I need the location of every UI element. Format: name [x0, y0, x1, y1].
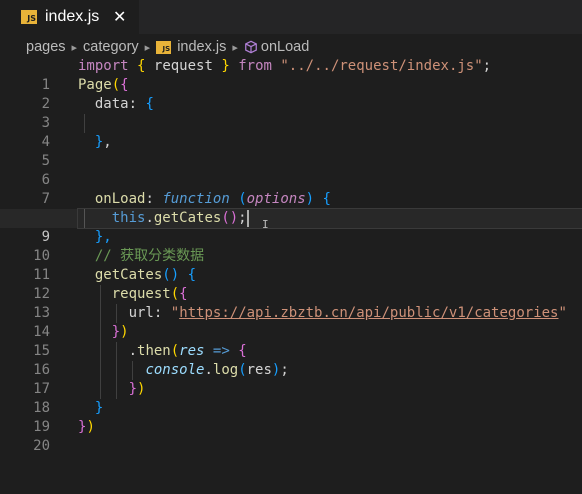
- line-content[interactable]: this.getCates();: [77, 208, 582, 229]
- code-line: 3 data: {: [0, 95, 582, 131]
- text-cursor: [246, 210, 249, 227]
- line-content[interactable]: getCates() {: [78, 266, 582, 285]
- chevron-right-icon: ▸: [144, 41, 151, 54]
- code-line: 5 },: [0, 133, 582, 169]
- code-line: 19 }: [0, 399, 582, 435]
- breadcrumb-item-file[interactable]: index.js: [177, 39, 226, 55]
- line-content[interactable]: onLoad: function (options) {: [78, 190, 582, 209]
- code-line: 15 }): [0, 323, 582, 359]
- code-line: 12 getCates() {: [0, 266, 582, 302]
- line-number: 20: [33, 438, 50, 454]
- breadcrumb-item-category[interactable]: category: [83, 39, 139, 55]
- code-line: 14 url: "https://api.zbztb.cn/api/public…: [0, 304, 582, 340]
- line-content[interactable]: console.log(res);: [78, 361, 582, 380]
- code-line: 11 // 获取分类数据: [0, 247, 582, 283]
- ibeam-cursor-icon: I: [262, 218, 269, 231]
- method-cube-icon: [245, 40, 257, 54]
- js-file-icon: JS: [156, 40, 172, 54]
- line-content[interactable]: import { request } from "../../request/i…: [78, 57, 582, 76]
- breadcrumb-item-pages[interactable]: pages: [26, 39, 66, 55]
- line-content[interactable]: data: {: [78, 95, 582, 114]
- breadcrumb-item-symbol[interactable]: onLoad: [261, 39, 309, 55]
- code-line: 16 .then(res => {: [0, 342, 582, 378]
- line-content[interactable]: },: [78, 133, 582, 152]
- code-line: 1 import { request } from "../../request…: [0, 57, 582, 93]
- close-icon[interactable]: ✕: [113, 7, 126, 26]
- chevron-right-icon: ▸: [71, 41, 78, 54]
- code-line: 6: [0, 152, 582, 188]
- code-line: 8 onLoad: function (options) {: [0, 190, 582, 226]
- line-content[interactable]: .then(res => {: [78, 342, 582, 361]
- code-line: 18 }): [0, 380, 582, 416]
- code-line: 20 }): [0, 418, 582, 454]
- line-content[interactable]: Page({: [78, 76, 582, 95]
- indent-guide: [84, 114, 85, 133]
- code-line: 10 },: [0, 228, 582, 264]
- line-content[interactable]: },: [78, 228, 582, 247]
- line-content[interactable]: }: [78, 399, 582, 418]
- code-line-current: 9 this.getCates();: [0, 208, 582, 245]
- line-content[interactable]: }): [78, 323, 582, 342]
- chevron-right-icon: ▸: [232, 41, 238, 54]
- line-content[interactable]: request({: [78, 285, 582, 304]
- line-content[interactable]: }): [78, 380, 582, 399]
- url-link[interactable]: https://api.zbztb.cn/api/public/v1/categ…: [179, 305, 558, 321]
- code-line: 2 Page({: [0, 76, 582, 112]
- js-file-icon: JS: [21, 10, 37, 24]
- code-line: 7: [0, 171, 582, 207]
- line-content[interactable]: }): [78, 418, 582, 437]
- tab-bar: JS index.js ✕: [0, 0, 582, 34]
- line-content[interactable]: url: "https://api.zbztb.cn/api/public/v1…: [78, 304, 582, 323]
- line-content[interactable]: // 获取分类数据: [78, 247, 582, 266]
- code-line: 13 request({: [0, 285, 582, 321]
- code-line: 4: [0, 114, 582, 150]
- code-editor[interactable]: 1 import { request } from "../../request…: [0, 55, 582, 454]
- editor-tab-index-js[interactable]: JS index.js ✕: [0, 0, 139, 34]
- code-line: 17 console.log(res);: [0, 361, 582, 397]
- tab-label: index.js: [45, 8, 100, 25]
